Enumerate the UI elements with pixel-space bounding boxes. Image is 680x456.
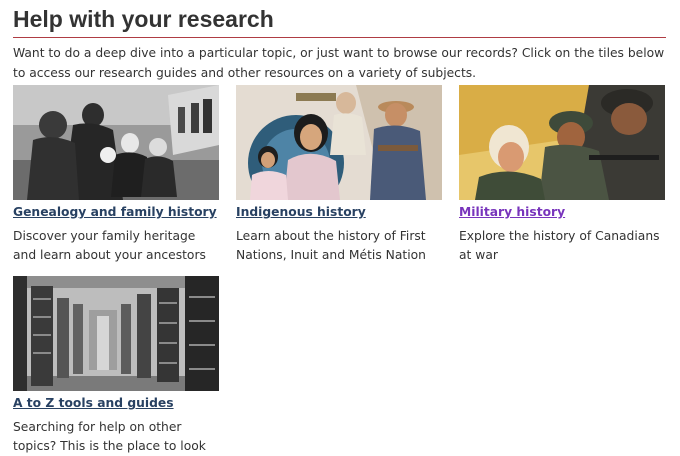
genealogy-link[interactable]: Genealogy and family history [13, 203, 221, 221]
indigenous-description: Learn about the history of First Nations… [236, 229, 426, 262]
indigenous-image[interactable] [236, 85, 442, 200]
tile-indigenous: Indigenous history Learn about the histo… [236, 85, 444, 265]
page-title: Help with your research [13, 6, 274, 32]
genealogy-description: Discover your family heritage and learn … [13, 229, 206, 262]
genealogy-image[interactable] [13, 85, 219, 200]
indigenous-link[interactable]: Indigenous history [236, 203, 444, 221]
tile-genealogy: Genealogy and family history Discover yo… [13, 85, 221, 265]
military-link[interactable]: Military history [459, 203, 667, 221]
intro-text: Want to do a deep dive into a particular… [13, 46, 665, 80]
tile-a-to-z: A to Z tools and guides Searching for he… [13, 276, 221, 456]
tile-military: Military history Explore the history of … [459, 85, 667, 265]
military-description: Explore the history of Canadians at war [459, 229, 660, 262]
a-to-z-link[interactable]: A to Z tools and guides [13, 394, 221, 412]
a-to-z-image[interactable] [13, 276, 219, 391]
a-to-z-description: Searching for help on other topics? This… [13, 420, 206, 453]
title-underline [13, 37, 666, 38]
military-image[interactable] [459, 85, 665, 200]
